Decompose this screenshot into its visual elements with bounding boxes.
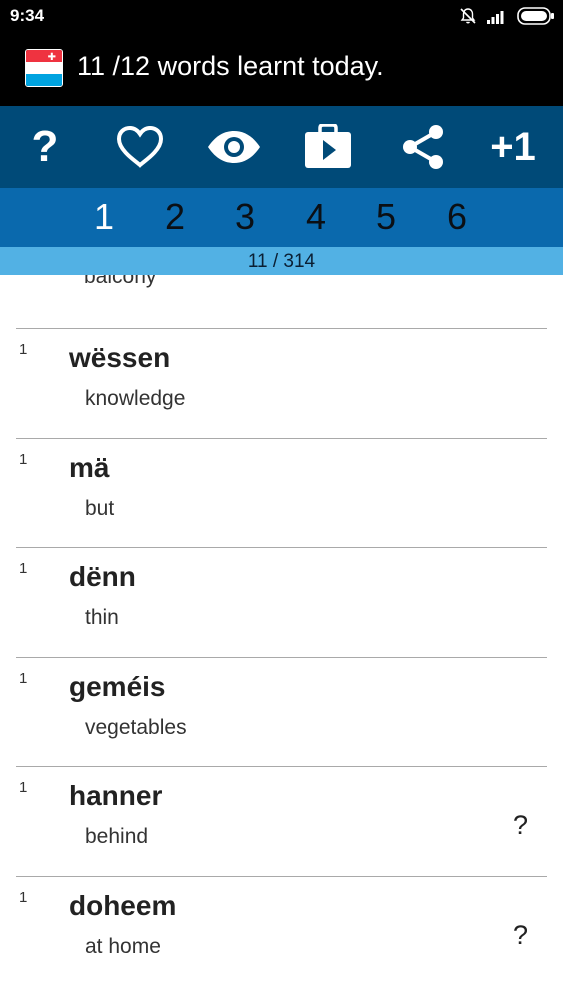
level-6-tab[interactable]: 6 [447,196,467,238]
level-selector: 1 2 3 4 5 6 [0,188,563,247]
word-text: hanner [69,780,163,811]
word-translation: knowledge [85,387,186,410]
word-translation: at home [85,935,161,958]
partial-translation: balcony [84,275,157,288]
share-button[interactable] [388,106,458,188]
play-case-icon [305,124,351,168]
luxembourg-flag-icon[interactable]: ✚ [25,49,63,87]
level-4-tab[interactable]: 4 [306,196,326,238]
review-count: 1 [19,779,28,796]
review-count: 1 [19,560,28,577]
toolbar: ? +1 [0,106,563,188]
word-progress: 11 / 314 [0,247,563,275]
word-item[interactable]: 1 mä but [0,439,563,547]
help-label: ? [31,122,59,171]
page-title: 11 /12 words learnt today. [77,51,384,81]
help-button[interactable]: ? [10,106,80,188]
review-count: 1 [19,451,28,468]
unknown-marker[interactable]: ? [513,920,528,951]
plus-one-button[interactable]: +1 [478,106,548,188]
word-translation: thin [85,606,119,629]
word-text: dënn [69,561,136,592]
share-icon [403,125,443,169]
word-item[interactable]: 1 dënn thin [0,548,563,656]
word-item[interactable]: 1 geméis vegetables [0,658,563,766]
level-1-tab[interactable]: 1 [94,196,114,238]
notifications-off-icon [459,7,477,30]
status-icons [459,7,555,30]
word-text: geméis [69,671,166,702]
show-button[interactable] [199,106,269,188]
review-count: 1 [19,889,28,906]
level-3-tab[interactable]: 3 [235,196,255,238]
word-list[interactable]: balcony 1 wëssen knowledge 1 mä but 1 dë… [0,275,563,1000]
word-text: wëssen [69,342,171,373]
favorite-button[interactable] [105,106,175,188]
battery-icon [517,7,555,30]
signal-icon [487,8,507,29]
plus-one-label: +1 [490,124,536,169]
partial-list-item: balcony [84,275,284,295]
app-header: ✚ 11 /12 words learnt today. [0,32,563,106]
unknown-marker[interactable]: ? [513,810,528,841]
heart-icon [116,125,164,168]
word-translation: behind [85,825,149,848]
review-count: 1 [19,670,28,687]
review-count: 1 [19,341,28,358]
word-text: doheem [69,890,177,921]
level-5-tab[interactable]: 5 [376,196,396,238]
level-2-tab[interactable]: 2 [165,196,185,238]
word-translation: vegetables [85,716,187,739]
word-translation: but [85,497,115,520]
word-item[interactable]: 1 doheem at home ? [0,877,563,985]
eye-icon [208,131,260,163]
status-bar: 9:34 [0,0,563,32]
word-item[interactable]: 1 wëssen knowledge [0,329,563,437]
word-item[interactable]: 1 hanner behind ? [0,767,563,875]
lesson-button[interactable] [293,106,363,188]
word-text: mä [69,452,110,483]
status-time: 9:34 [10,6,45,25]
